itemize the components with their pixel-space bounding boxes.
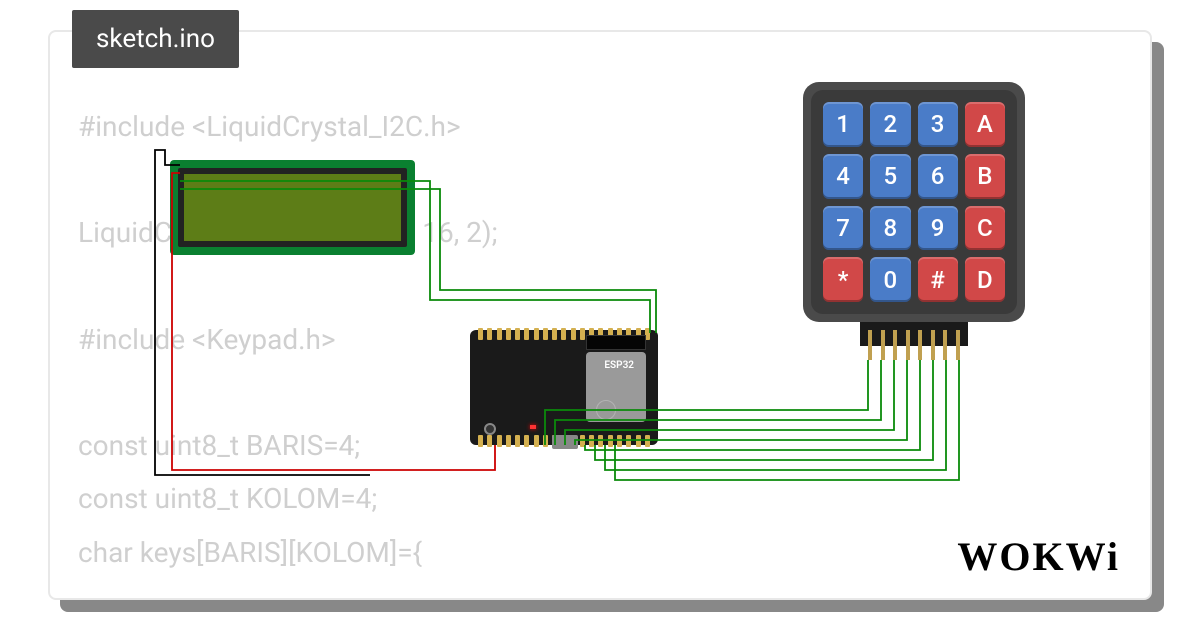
keypad-key-4[interactable]: 4 [823,154,863,199]
keypad-key-5[interactable]: 5 [870,154,910,199]
keypad-grid: 123A 456B 789C *0#D [811,90,1017,314]
keypad-key-*[interactable]: * [823,257,863,302]
esp32-antenna [586,335,646,350]
esp32-led-icon [530,425,536,429]
keypad-key-3[interactable]: 3 [918,102,958,147]
keypad-key-#[interactable]: # [918,257,958,302]
keypad-connector [860,322,968,346]
keypad-key-2[interactable]: 2 [870,102,910,147]
keypad-key-0[interactable]: 0 [870,257,910,302]
keypad-module[interactable]: 123A 456B 789C *0#D [803,82,1025,322]
keypad-key-D[interactable]: D [965,257,1005,302]
keypad-key-6[interactable]: 6 [918,154,958,199]
keypad-key-1[interactable]: 1 [823,102,863,147]
usb-port-icon [552,435,578,449]
file-tab[interactable]: sketch.ino [72,10,239,68]
keypad-key-B[interactable]: B [965,154,1005,199]
lcd-screen [178,168,407,247]
keypad-key-A[interactable]: A [965,102,1005,147]
fingerprint-icon [596,400,616,420]
esp32-label: ESP32 [604,360,634,371]
keypad-key-8[interactable]: 8 [870,206,910,251]
keypad-key-C[interactable]: C [965,206,1005,251]
wokwi-logo: WOKWi [957,533,1120,580]
keypad-key-9[interactable]: 9 [918,206,958,251]
esp32-board[interactable]: ESP32 [470,330,658,445]
keypad-key-7[interactable]: 7 [823,206,863,251]
lcd-module[interactable] [170,160,415,255]
esp32-button[interactable] [484,423,496,435]
